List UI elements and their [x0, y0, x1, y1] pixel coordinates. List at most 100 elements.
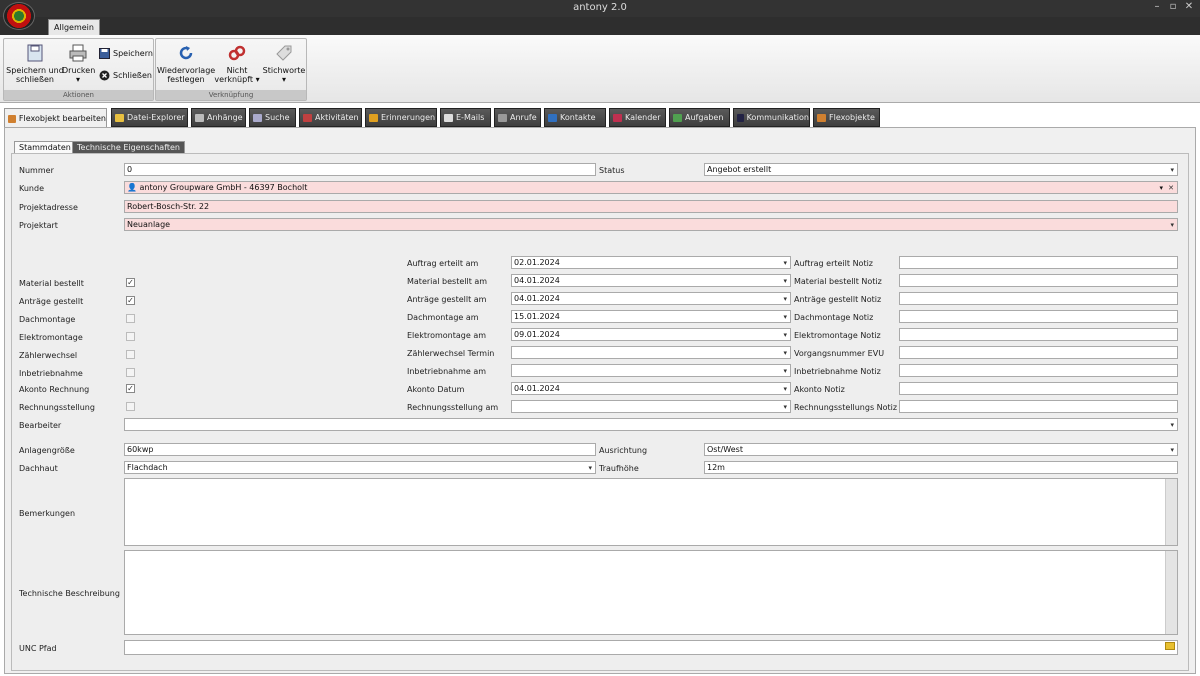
- note-field[interactable]: [899, 382, 1178, 395]
- checkbox-antraege-gestellt[interactable]: ✓: [126, 296, 135, 305]
- auftrag-note-field[interactable]: [899, 256, 1178, 269]
- ribbon-group-verknuepfung: Wiedervorlage festlegen Nicht verknüpft …: [155, 38, 307, 101]
- chevron-down-icon[interactable]: ▾: [1159, 182, 1163, 193]
- date-field[interactable]: ▾: [511, 364, 791, 377]
- nummer-field[interactable]: 0: [124, 163, 596, 176]
- tab-kommunikation[interactable]: Kommunikation: [733, 108, 810, 127]
- note-label: Elektromontage Notiz: [794, 331, 881, 340]
- date-label: Anträge gestellt am: [407, 295, 487, 304]
- maximize-icon[interactable]: ▫: [1166, 1, 1180, 12]
- date-label: Inbetriebnahme am: [407, 367, 487, 376]
- unlinked-button[interactable]: Nicht verknüpft ▾: [214, 43, 260, 84]
- note-field[interactable]: [899, 400, 1178, 413]
- ausrichtung-select[interactable]: Ost/West ▾: [704, 443, 1178, 456]
- ausrichtung-label: Ausrichtung: [599, 446, 648, 455]
- checkbox-inbetriebnahme[interactable]: [126, 368, 135, 377]
- date-field[interactable]: 09.01.2024 ▾: [511, 328, 791, 341]
- date-label: Rechnungsstellung am: [407, 403, 499, 412]
- save-button[interactable]: Speichern: [99, 48, 153, 59]
- projektart-label: Projektart: [19, 221, 58, 230]
- chevron-down-icon: ▾: [1170, 166, 1174, 174]
- app-logo-icon[interactable]: [3, 2, 35, 30]
- unc-field[interactable]: [124, 640, 1178, 655]
- clear-icon[interactable]: ✕: [1168, 182, 1174, 193]
- tab-erinnerungen[interactable]: Erinnerungen: [365, 108, 437, 127]
- note-label: Anträge gestellt Notiz: [794, 295, 882, 304]
- note-field[interactable]: [899, 364, 1178, 377]
- projektart-select[interactable]: Neuanlage ▾: [124, 218, 1178, 231]
- dachhaut-select[interactable]: Flachdach ▾: [124, 461, 596, 474]
- checkbox-material-bestellt[interactable]: ✓: [126, 278, 135, 287]
- date-field[interactable]: 04.01.2024 ▾: [511, 274, 791, 287]
- resubmit-button[interactable]: Wiedervorlage festlegen: [157, 43, 215, 84]
- note-field[interactable]: [899, 274, 1178, 287]
- checkbox-elektromontage[interactable]: [126, 332, 135, 341]
- date-label: Zählerwechsel Termin: [407, 349, 495, 358]
- check-label: Akonto Rechnung: [19, 385, 90, 394]
- print-button[interactable]: Drucken ▾: [62, 43, 95, 84]
- date-field[interactable]: ▾: [511, 400, 791, 413]
- date-field[interactable]: ▾: [511, 346, 791, 359]
- check-label: Inbetriebnahme: [19, 369, 83, 378]
- auftrag-date-field[interactable]: 02.01.2024 ▾: [511, 256, 791, 269]
- close-button[interactable]: Schließen: [99, 70, 152, 81]
- checkbox-zaehlerwechsel[interactable]: [126, 350, 135, 359]
- group-label-aktionen: Aktionen: [4, 90, 153, 100]
- ribbon-group-aktionen: Speichern und schließen Drucken ▾ Speiche…: [3, 38, 154, 101]
- ribbon-tab-allgemein[interactable]: Allgemein: [48, 19, 100, 35]
- note-field[interactable]: [899, 292, 1178, 305]
- note-field[interactable]: [899, 310, 1178, 323]
- tab-flexobjekt-bearbeiten[interactable]: Flexobjekt bearbeiten: [4, 108, 107, 128]
- tab-kontakte[interactable]: Kontakte: [544, 108, 606, 127]
- tab-suche[interactable]: Suche: [249, 108, 296, 127]
- technische-textarea[interactable]: [124, 550, 1178, 635]
- tab-emails[interactable]: E-Mails: [440, 108, 491, 127]
- group-label-verknuepfung: Verknüpfung: [156, 90, 306, 100]
- chevron-down-icon: ▾: [783, 331, 787, 339]
- note-label: Vorgangsnummer EVU: [794, 349, 885, 358]
- tab-flexobjekte[interactable]: Flexobjekte: [813, 108, 880, 127]
- scrollbar[interactable]: [1165, 479, 1177, 545]
- auftrag-date-label: Auftrag erteilt am: [407, 259, 479, 268]
- close-window-icon[interactable]: ✕: [1182, 1, 1196, 12]
- folder-icon[interactable]: [1165, 642, 1175, 650]
- tab-aufgaben[interactable]: Aufgaben: [669, 108, 730, 127]
- note-label: Inbetriebnahme Notiz: [794, 367, 881, 376]
- checkbox-akonto-rechnung[interactable]: ✓: [126, 384, 135, 393]
- bemerkungen-textarea[interactable]: [124, 478, 1178, 546]
- traufhoehe-field[interactable]: 12m: [704, 461, 1178, 474]
- status-select[interactable]: Angebot erstellt ▾: [704, 163, 1178, 176]
- checkbox-dachmontage[interactable]: [126, 314, 135, 323]
- keywords-button[interactable]: Stichworte ▾: [262, 43, 306, 84]
- link-broken-icon: [228, 45, 246, 61]
- tab-aktivitaeten[interactable]: Aktivitäten: [299, 108, 362, 127]
- tab-kalender[interactable]: Kalender: [609, 108, 666, 127]
- projektadresse-field[interactable]: Robert-Bosch-Str. 22: [124, 200, 1178, 213]
- note-field[interactable]: [899, 328, 1178, 341]
- note-field[interactable]: [899, 346, 1178, 359]
- checkbox-rechnungsstellung[interactable]: [126, 402, 135, 411]
- auftrag-note-label: Auftrag erteilt Notiz: [794, 259, 873, 268]
- calendar-icon: [613, 113, 622, 122]
- check-label: Zählerwechsel: [19, 351, 78, 360]
- tab-datei-explorer[interactable]: Datei-Explorer: [111, 108, 188, 127]
- chevron-down-icon: ▾: [783, 295, 787, 303]
- check-label: Dachmontage: [19, 315, 76, 324]
- phone-icon: [498, 113, 507, 122]
- save-close-button[interactable]: Speichern und schließen: [6, 43, 64, 84]
- check-label: Elektromontage: [19, 333, 83, 342]
- tab-anrufe[interactable]: Anrufe: [494, 108, 541, 127]
- date-field[interactable]: 04.01.2024 ▾: [511, 292, 791, 305]
- kunde-field[interactable]: 👤 antony Groupware GmbH - 46397 Bocholt ▾…: [124, 181, 1178, 194]
- date-field[interactable]: 04.01.2024 ▾: [511, 382, 791, 395]
- projektadresse-label: Projektadresse: [19, 203, 78, 212]
- scrollbar[interactable]: [1165, 551, 1177, 634]
- bearbeiter-select[interactable]: ▾: [124, 418, 1178, 431]
- unc-label: UNC Pfad: [19, 644, 57, 653]
- anlagengroesse-field[interactable]: 60kwp: [124, 443, 596, 456]
- tab-anhaenge[interactable]: Anhänge: [191, 108, 246, 127]
- minimize-icon[interactable]: –: [1150, 1, 1164, 12]
- date-label: Elektromontage am: [407, 331, 487, 340]
- date-field[interactable]: 15.01.2024 ▾: [511, 310, 791, 323]
- chevron-down-icon: ▾: [783, 313, 787, 321]
